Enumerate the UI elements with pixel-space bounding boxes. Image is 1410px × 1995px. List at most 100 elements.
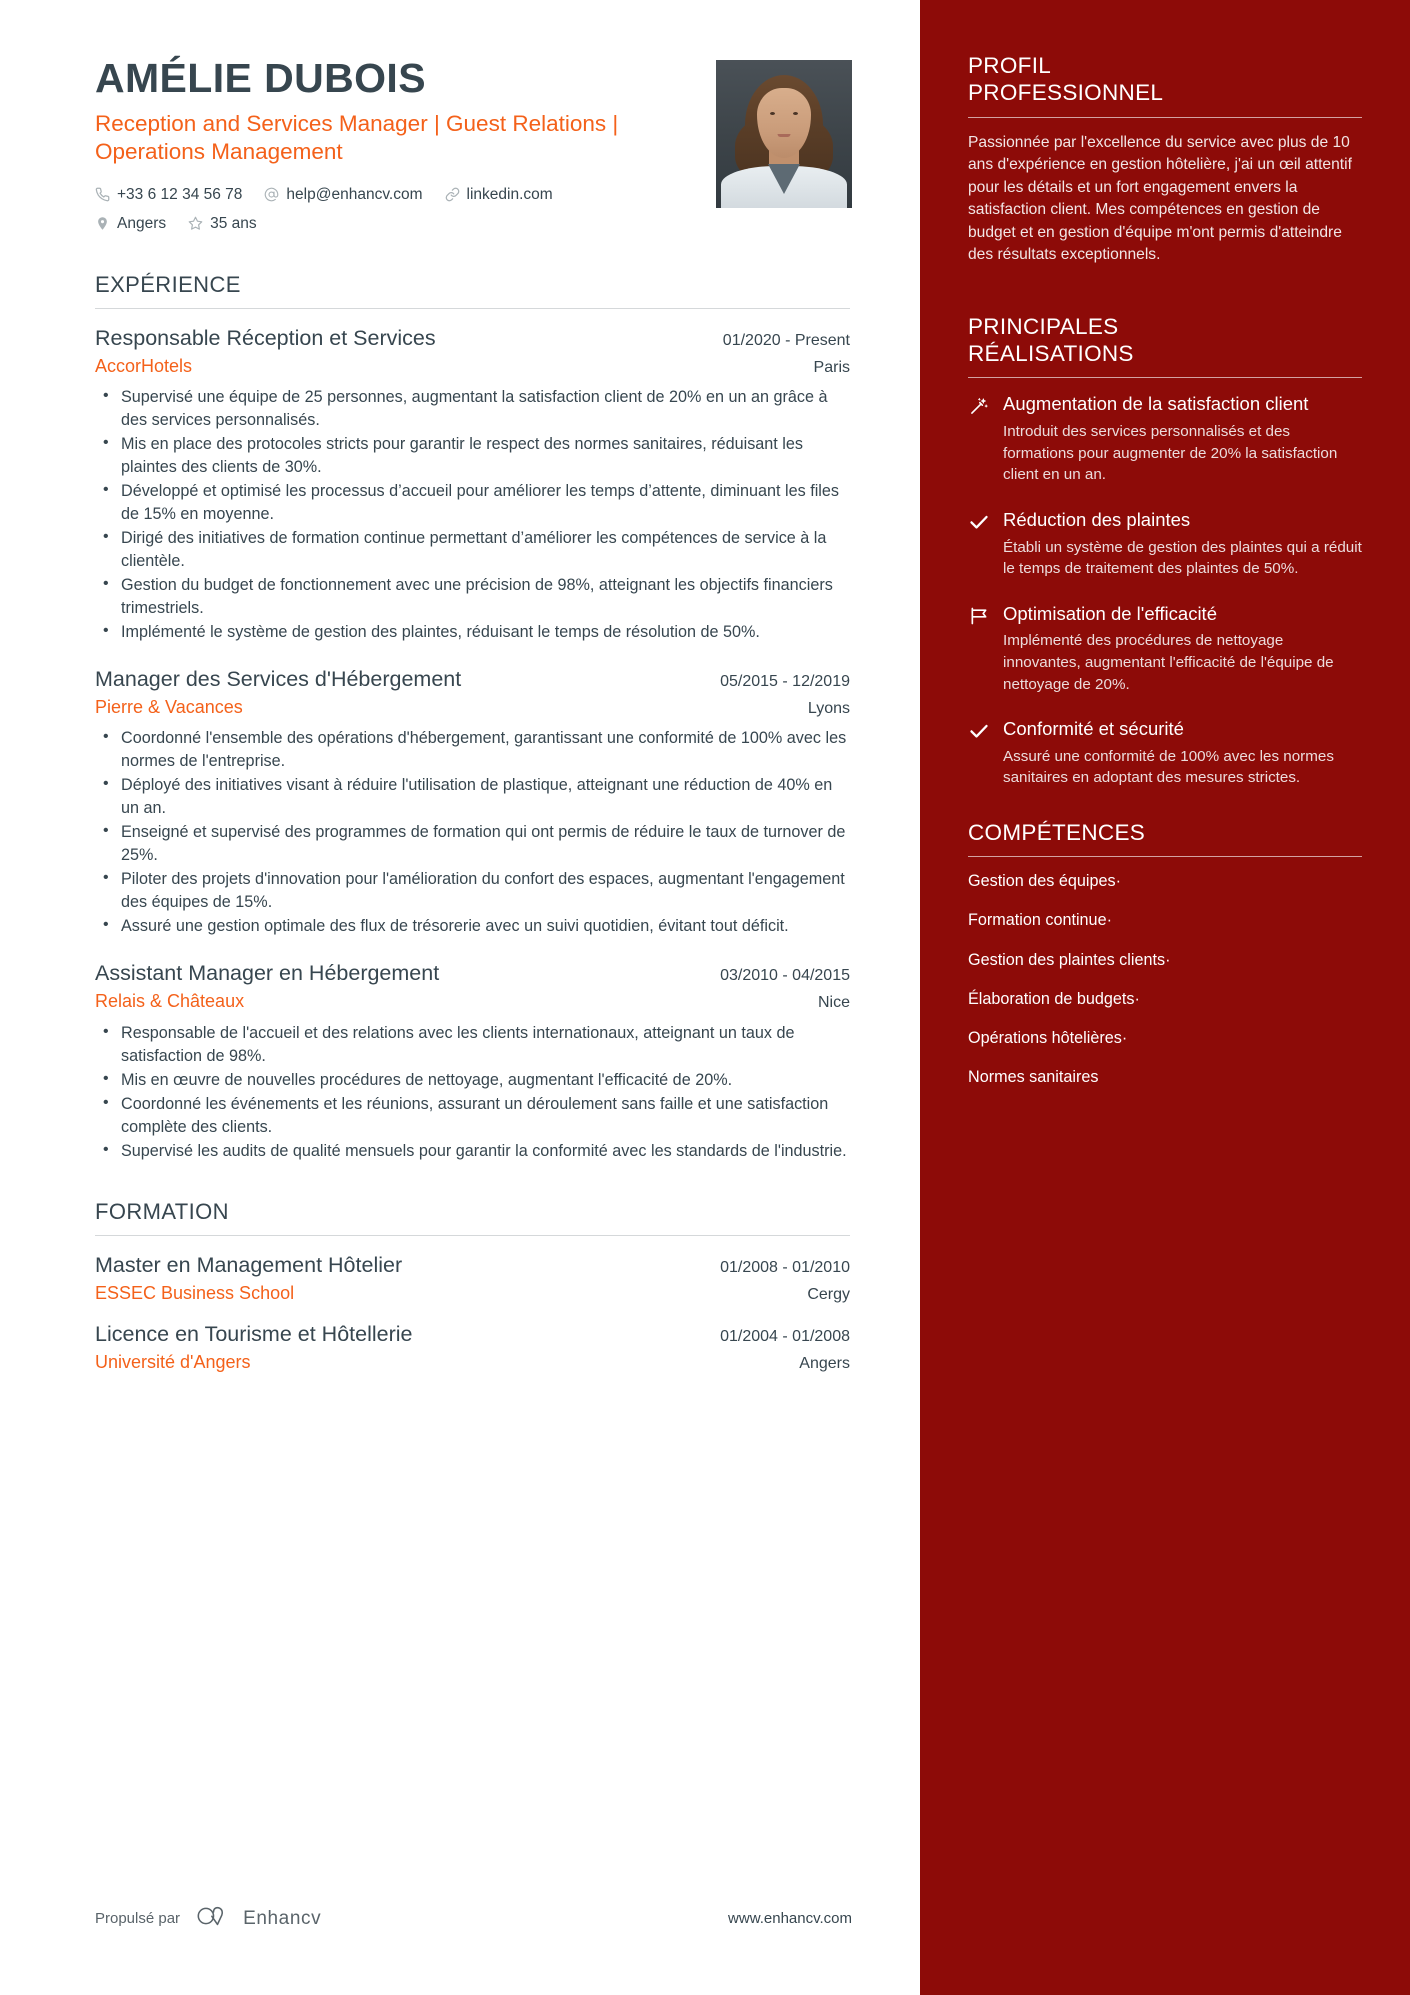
experience-entry-sub: AccorHotels Paris: [95, 355, 850, 378]
job-bullets: Responsable de l'accueil et des relation…: [95, 1021, 850, 1163]
skill-item: Formation continue·: [968, 910, 1362, 931]
job-company: AccorHotels: [95, 355, 193, 376]
footer-url[interactable]: www.enhancv.com: [728, 1910, 852, 1927]
link-icon: [445, 187, 460, 202]
skill-item: Opérations hôtelières·: [968, 1028, 1362, 1049]
job-bullet: Déployé des initiatives visant à réduire…: [95, 773, 850, 820]
job-dates: 01/2020 - Present: [722, 331, 850, 349]
job-company: Relais & Châteaux: [95, 991, 245, 1012]
job-bullet: Implémenté le système de gestion des pla…: [95, 620, 850, 644]
experience-entry-sub: Pierre & Vacances Lyons: [95, 696, 850, 719]
contact-phone-text: +33 6 12 34 56 78: [117, 186, 243, 204]
achievement-body: Réduction des plaintes Établi un système…: [1003, 508, 1362, 580]
job-bullets: Coordonné l'ensemble des opérations d'hé…: [95, 726, 850, 938]
experience-entry: Assistant Manager en Hébergement 03/2010…: [95, 960, 850, 1162]
degree-title: Licence en Tourisme et Hôtellerie: [95, 1322, 413, 1347]
footer-branding: Propulsé par Enhancv: [95, 1904, 321, 1933]
achievement-desc: Assuré une conformité de 100% avec les n…: [1003, 747, 1334, 787]
skill-separator: ·: [1106, 911, 1112, 930]
achievements-title-line2: RÉALISATIONS: [968, 341, 1134, 367]
achievement-item: Optimisation de l'efficacité Implémenté …: [968, 602, 1362, 695]
achievements-title-line1: PRINCIPALES: [968, 313, 1119, 339]
skill-separator: ·: [1134, 989, 1140, 1008]
contact-location[interactable]: Angers: [95, 212, 166, 235]
enhancv-brand: Enhancv: [196, 1904, 321, 1933]
profile-title-line1: PROFIL: [968, 53, 1052, 78]
experience-entry-sub: Relais & Châteaux Nice: [95, 990, 850, 1013]
achievement-title: Augmentation de la satisfaction client: [1003, 393, 1309, 415]
achievements-section: PRINCIPALES RÉALISATIONS Augmentation de…: [968, 313, 1362, 789]
achievement-item: Réduction des plaintes Établi un système…: [968, 508, 1362, 580]
achievement-item: Conformité et sécurité Assuré une confor…: [968, 717, 1362, 789]
check-icon: [968, 720, 990, 742]
sidebar-divider: [968, 116, 1362, 118]
job-bullet: Développé et optimisé les processus d’ac…: [95, 479, 850, 526]
job-title: Manager des Services d'Hébergement: [95, 667, 462, 692]
education-entry-sub: ESSEC Business School Cergy: [95, 1282, 850, 1305]
experience-entry: Manager des Services d'Hébergement 05/20…: [95, 666, 850, 938]
education-section: FORMATION Master en Management Hôtelier …: [95, 1199, 850, 1375]
school-location: Cergy: [807, 1285, 850, 1303]
skill-name: Gestion des équipes: [968, 872, 1116, 891]
school-name: Université d'Angers: [95, 1352, 251, 1373]
job-bullet: Gestion du budget de fonctionnement avec…: [95, 573, 850, 620]
section-divider: [95, 1235, 850, 1237]
job-bullet: Supervisé une équipe de 25 personnes, au…: [95, 385, 850, 432]
candidate-headline: Reception and Services Manager | Guest R…: [95, 110, 619, 165]
skill-separator: ·: [1165, 950, 1171, 969]
experience-entry: Responsable Réception et Services 01/202…: [95, 325, 850, 644]
contact-linkedin[interactable]: linkedin.com: [445, 183, 553, 206]
achievement-body: Conformité et sécurité Assuré une confor…: [1003, 717, 1362, 789]
job-location: Lyons: [807, 700, 850, 718]
profile-section-title: PROFIL PROFESSIONNEL: [968, 52, 1362, 107]
school-name: ESSEC Business School: [95, 1282, 295, 1303]
skill-item: Élaboration de budgets·: [968, 989, 1362, 1010]
job-bullet: Coordonné l'ensemble des opérations d'hé…: [95, 726, 850, 773]
contact-email-text: help@enhancv.com: [286, 186, 423, 204]
contact-linkedin-text: linkedin.com: [466, 186, 553, 204]
resume-page: AMÉLIE DUBOIS Reception and Services Man…: [0, 0, 1410, 1995]
star-icon: [188, 216, 203, 231]
contact-list: +33 6 12 34 56 78 help@enhancv.com linke…: [95, 183, 655, 236]
achievement-desc: Établi un système de gestion des plainte…: [1003, 538, 1362, 578]
sidebar: PROFIL PROFESSIONNEL Passionnée par l'ex…: [920, 0, 1410, 1995]
degree-dates: 01/2008 - 01/2010: [720, 1259, 850, 1277]
experience-section-title: EXPÉRIENCE: [95, 271, 241, 297]
education-entry-head: Master en Management Hôtelier 01/2008 - …: [95, 1252, 850, 1279]
job-company: Pierre & Vacances: [95, 697, 243, 718]
skill-item: Gestion des équipes·: [968, 871, 1362, 892]
powered-by-label: Propulsé par: [95, 1910, 181, 1927]
phone-icon: [95, 187, 110, 202]
profile-body: Passionnée par l'excellence du service a…: [968, 133, 1352, 264]
achievement-title: Optimisation de l'efficacité: [1003, 602, 1217, 624]
skill-separator: ·: [1115, 872, 1121, 891]
skill-item: Gestion des plaintes clients·: [968, 950, 1362, 971]
avatar-photo: [716, 60, 852, 208]
section-divider: [95, 307, 850, 309]
job-bullet: Responsable de l'accueil et des relation…: [95, 1021, 850, 1068]
contact-phone[interactable]: +33 6 12 34 56 78: [95, 183, 242, 206]
achievements-section-title: PRINCIPALES RÉALISATIONS: [968, 313, 1362, 368]
job-bullet: Coordonné les événements et les réunions…: [95, 1092, 850, 1139]
experience-entry-head: Responsable Réception et Services 01/202…: [95, 325, 850, 352]
magic-wand-icon: [968, 395, 990, 417]
job-dates: 03/2010 - 04/2015: [720, 967, 850, 985]
contact-email[interactable]: help@enhancv.com: [264, 183, 423, 206]
email-icon: [264, 187, 279, 202]
skill-item: Normes sanitaires: [968, 1067, 1362, 1088]
job-location: Nice: [817, 994, 850, 1012]
sidebar-divider: [968, 377, 1362, 379]
skill-name: Opérations hôtelières: [968, 1028, 1122, 1047]
achievement-title: Réduction des plaintes: [1003, 508, 1191, 530]
enhancv-wordmark: Enhancv: [243, 1907, 322, 1929]
job-bullet: Enseigné et supervisé des programmes de …: [95, 820, 850, 867]
skill-name: Normes sanitaires: [968, 1067, 1099, 1086]
experience-section: EXPÉRIENCE Responsable Réception et Serv…: [95, 272, 850, 1163]
degree-title: Master en Management Hôtelier: [95, 1253, 403, 1278]
school-location: Angers: [799, 1355, 850, 1373]
achievement-body: Augmentation de la satisfaction client I…: [1003, 392, 1362, 485]
education-entry: Master en Management Hôtelier 01/2008 - …: [95, 1252, 850, 1305]
avatar-eye-right: [793, 112, 798, 115]
skills-list: Gestion des équipes· Formation continue·…: [968, 871, 1362, 1087]
